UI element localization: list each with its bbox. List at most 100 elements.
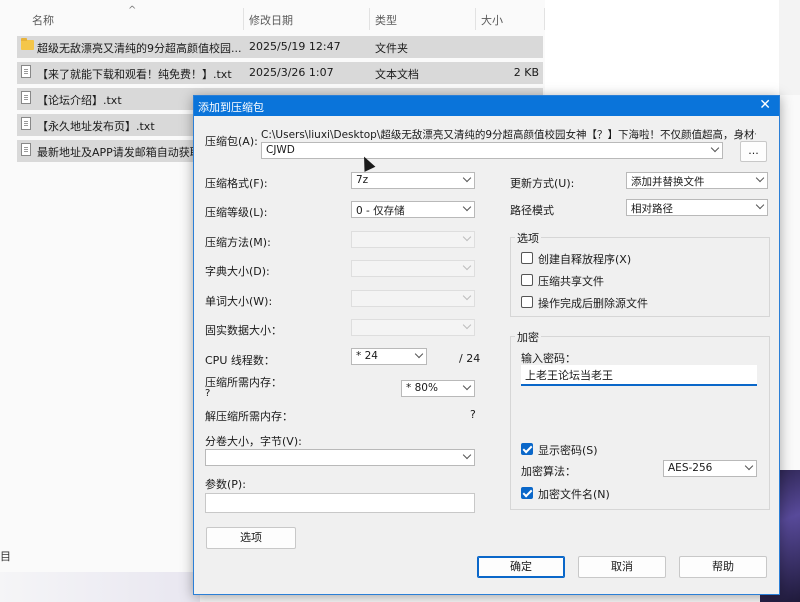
sfx-checkbox[interactable] xyxy=(521,252,533,264)
cpu-threads-select[interactable]: * 24 xyxy=(351,348,427,365)
delete-after-label[interactable]: 操作完成后删除源文件 xyxy=(538,295,648,311)
dialog-title: 添加到压缩包 xyxy=(198,101,264,114)
column-name[interactable]: 名称 xyxy=(32,12,54,28)
path-mode-select[interactable]: 相对路径 xyxy=(626,199,768,216)
browse-button[interactable]: ... xyxy=(740,141,767,162)
chevron-down-icon xyxy=(462,381,472,391)
chevron-down-icon xyxy=(462,320,472,330)
column-modified[interactable]: 修改日期 xyxy=(249,12,293,28)
shared-label[interactable]: 压缩共享文件 xyxy=(538,273,604,289)
word-label: 单词大小(W): xyxy=(205,295,273,308)
sort-up-icon: ^ xyxy=(128,5,137,16)
archive-label: 压缩包(A): xyxy=(205,135,258,148)
chevron-down-icon xyxy=(462,202,472,212)
column-divider[interactable] xyxy=(243,8,244,30)
split-label: 分卷大小，字节(V): xyxy=(205,435,302,448)
column-divider[interactable] xyxy=(475,8,476,30)
ok-button[interactable]: 确定 xyxy=(477,556,565,578)
explorer-blank-area xyxy=(545,0,800,95)
chevron-down-icon xyxy=(755,173,765,183)
sfx-label[interactable]: 创建自释放程序(X) xyxy=(538,251,631,267)
file-name: 超级无敌漂亮又清纯的9分超高颜值校园... xyxy=(37,42,242,55)
update-mode-select[interactable]: 添加并替换文件 xyxy=(626,172,768,189)
encrypt-names-checkbox[interactable] xyxy=(521,487,533,499)
encrypt-names-label[interactable]: 加密文件名(N) xyxy=(538,486,610,502)
file-date: 2025/5/19 12:47 xyxy=(249,40,341,53)
encryption-group-title: 加密 xyxy=(515,329,541,345)
format-value: 7z xyxy=(356,174,369,186)
format-label: 压缩格式(F): xyxy=(205,177,268,190)
cpu-label: CPU 线程数： xyxy=(205,354,275,367)
mem-decomp-q: ? xyxy=(470,408,476,421)
file-name: 【来了就能下载和观看！纯免费！】.txt xyxy=(37,68,232,81)
mem-decomp-label: 解压缩所需内存： xyxy=(205,410,293,423)
text-file-icon xyxy=(21,91,31,105)
show-password-label[interactable]: 显示密码(S) xyxy=(538,442,598,458)
sidebar-item-label: 目 xyxy=(0,550,11,563)
cpu-value: * 24 xyxy=(356,350,378,362)
file-type: 文件夹 xyxy=(375,42,408,55)
password-label: 输入密码： xyxy=(521,352,576,365)
options-group: 选项 创建自释放程序(X) 压缩共享文件 操作完成后删除源文件 xyxy=(510,230,770,317)
chevron-down-icon xyxy=(744,461,754,471)
split-size-combo[interactable] xyxy=(205,449,475,466)
cpu-max: / 24 xyxy=(459,352,481,365)
level-select[interactable]: 0 - 仅存储 xyxy=(351,201,475,218)
column-type[interactable]: 类型 xyxy=(375,12,397,28)
path-label: 路径模式 xyxy=(510,204,554,217)
delete-after-checkbox[interactable] xyxy=(521,296,533,308)
close-icon[interactable]: ✕ xyxy=(759,97,771,113)
help-button[interactable]: 帮助 xyxy=(679,556,767,578)
options-group-title: 选项 xyxy=(515,230,541,246)
archive-path: C:\Users\liuxi\Desktop\超级无敌漂亮又清纯的9分超高颜值校… xyxy=(261,129,756,141)
chevron-down-icon xyxy=(462,261,472,271)
text-file-icon xyxy=(21,65,31,79)
mem-comp-value: * 80% xyxy=(406,382,438,394)
show-password-checkbox[interactable] xyxy=(521,443,533,455)
file-row[interactable]: 超级无敌漂亮又清纯的9分超高颜值校园... 2025/5/19 12:47 文件… xyxy=(17,36,543,58)
chevron-down-icon xyxy=(710,143,720,153)
chevron-down-icon xyxy=(462,450,472,460)
column-size[interactable]: 大小 xyxy=(481,12,503,28)
chevron-down-icon xyxy=(755,200,765,210)
level-label: 压缩等级(L): xyxy=(205,206,268,219)
cancel-button[interactable]: 取消 xyxy=(578,556,666,578)
folder-icon xyxy=(21,38,34,50)
file-row[interactable]: 【来了就能下载和观看！纯免费！】.txt 2025/3/26 1:07 文本文档… xyxy=(17,62,543,84)
scrollbar[interactable] xyxy=(779,0,800,95)
params-label: 参数(P): xyxy=(205,478,246,491)
level-value: 0 - 仅存储 xyxy=(356,205,405,217)
enc-method-value: AES-256 xyxy=(668,462,713,474)
mem-comp-q: ? xyxy=(205,388,211,399)
solid-size-select xyxy=(351,319,475,336)
options-button[interactable]: 选项 xyxy=(206,527,296,549)
method-select xyxy=(351,231,475,248)
params-input[interactable] xyxy=(205,493,475,513)
chevron-down-icon xyxy=(462,232,472,242)
dict-size-select xyxy=(351,260,475,277)
method-label: 压缩方法(M): xyxy=(205,236,271,249)
text-file-icon xyxy=(21,117,31,131)
password-input[interactable]: 上老王论坛当老王 xyxy=(521,365,757,386)
encryption-method-select[interactable]: AES-256 xyxy=(663,460,757,477)
dialog-titlebar[interactable]: 添加到压缩包 ✕ xyxy=(194,96,779,116)
enc-method-label: 加密算法： xyxy=(521,465,576,478)
update-label: 更新方式(U): xyxy=(510,177,575,190)
file-type: 文本文档 xyxy=(375,68,419,81)
archive-name-value: CJWD xyxy=(266,144,295,156)
chevron-down-icon xyxy=(414,349,424,359)
text-file-icon xyxy=(21,143,31,157)
chevron-down-icon xyxy=(462,291,472,301)
mem-usage-select[interactable]: * 80% xyxy=(401,380,475,397)
dict-label: 字典大小(D): xyxy=(205,265,270,278)
mem-comp-label: 压缩所需内存： xyxy=(205,376,282,389)
shared-checkbox[interactable] xyxy=(521,274,533,286)
file-date: 2025/3/26 1:07 xyxy=(249,66,334,79)
solid-label: 固实数据大小： xyxy=(205,324,282,337)
archive-name-combo[interactable]: CJWD xyxy=(261,142,723,159)
column-divider[interactable] xyxy=(369,8,370,30)
chevron-down-icon xyxy=(462,173,472,183)
desktop-wallpaper xyxy=(0,572,200,602)
format-select[interactable]: 7z xyxy=(351,172,475,189)
update-value: 添加并替换文件 xyxy=(631,176,705,188)
